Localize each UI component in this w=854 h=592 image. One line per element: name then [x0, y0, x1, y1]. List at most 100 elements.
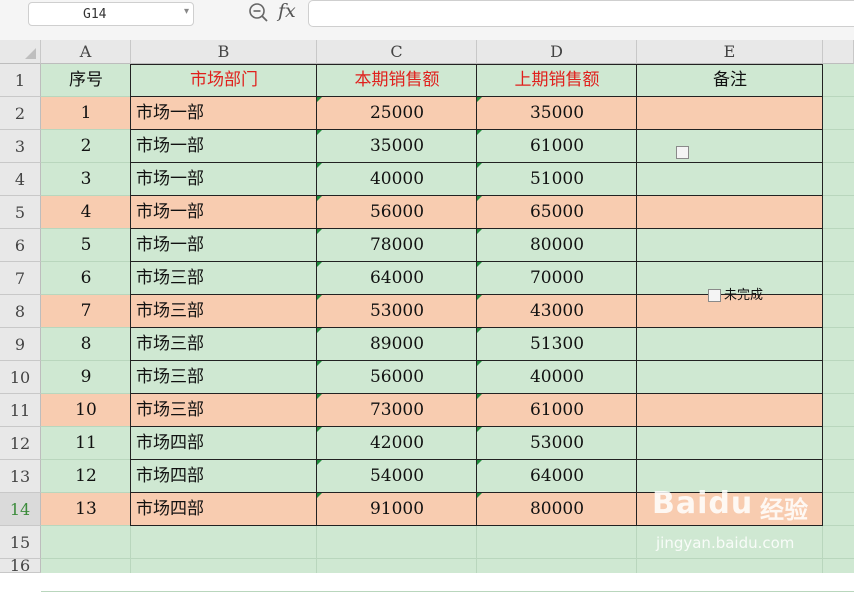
select-all-corner[interactable] [0, 40, 41, 64]
table-cell[interactable]: 25000 [317, 97, 477, 130]
table-cell[interactable]: 53000 [317, 295, 477, 328]
table-cell[interactable] [637, 163, 823, 196]
column-header-c[interactable]: C [317, 40, 477, 64]
table-cell[interactable] [637, 394, 823, 427]
table-cell[interactable]: 8 [41, 328, 131, 361]
table-cell[interactable]: 市场三部 [131, 361, 317, 394]
row-header-14[interactable]: 14 [0, 493, 41, 526]
checkbox-1[interactable] [676, 146, 689, 159]
checkbox-incomplete-label[interactable]: 未完成 [724, 289, 763, 303]
table-cell[interactable]: 10 [41, 394, 131, 427]
row-header-12[interactable]: 12 [0, 427, 41, 460]
table-cell[interactable]: 35000 [317, 130, 477, 163]
table-cell[interactable]: 40000 [317, 163, 477, 196]
table-cell[interactable] [637, 229, 823, 262]
table-cell[interactable]: 市场三部 [131, 295, 317, 328]
header-cell[interactable]: 序号 [41, 64, 131, 97]
table-cell[interactable]: 80000 [477, 229, 637, 262]
header-cell[interactable]: 市场部门 [131, 64, 317, 97]
table-cell[interactable]: 43000 [477, 295, 637, 328]
row-header-1[interactable]: 1 [0, 64, 41, 97]
row-header-9[interactable]: 9 [0, 328, 41, 361]
table-cell[interactable]: 12 [41, 460, 131, 493]
table-cell[interactable]: 4 [41, 196, 131, 229]
table-cell[interactable]: 51000 [477, 163, 637, 196]
watermark-url: jingyan.baidu.com [656, 534, 795, 552]
table-cell[interactable]: 70000 [477, 262, 637, 295]
table-cell[interactable]: 市场三部 [131, 262, 317, 295]
table-cell[interactable]: 35000 [477, 97, 637, 130]
table-cell[interactable]: 11 [41, 427, 131, 460]
table-cell[interactable]: 54000 [317, 460, 477, 493]
row-header-8[interactable]: 8 [0, 295, 41, 328]
table-cell[interactable]: 64000 [477, 460, 637, 493]
table-cell[interactable]: 市场一部 [131, 229, 317, 262]
table-cell[interactable]: 78000 [317, 229, 477, 262]
table-cell[interactable]: 51300 [477, 328, 637, 361]
row-header-16[interactable]: 16 [0, 558, 41, 574]
row-header-4[interactable]: 4 [0, 163, 41, 196]
header-cell[interactable]: 上期销售额 [477, 64, 637, 97]
table-cell[interactable]: 2 [41, 130, 131, 163]
column-header-f[interactable] [823, 40, 854, 64]
table-cell[interactable]: 42000 [317, 427, 477, 460]
table-cell[interactable]: 市场一部 [131, 97, 317, 130]
table-cell[interactable]: 89000 [317, 328, 477, 361]
table-cell[interactable] [637, 427, 823, 460]
table-cell[interactable] [637, 361, 823, 394]
table-cell[interactable]: 64000 [317, 262, 477, 295]
chevron-down-icon[interactable]: ▾ [184, 6, 189, 17]
row-header-15[interactable]: 15 [0, 526, 41, 559]
zoom-out-icon[interactable] [248, 2, 270, 24]
header-cell[interactable]: 备注 [637, 64, 823, 97]
table-cell[interactable]: 91000 [317, 493, 477, 526]
table-cell[interactable]: 市场三部 [131, 328, 317, 361]
row-header-13[interactable]: 13 [0, 460, 41, 493]
column-header-d[interactable]: D [477, 40, 637, 64]
table-cell[interactable]: 市场四部 [131, 460, 317, 493]
table-cell[interactable]: 80000 [477, 493, 637, 526]
header-cell[interactable]: 本期销售额 [317, 64, 477, 97]
formula-input[interactable] [308, 0, 854, 27]
row-header-5[interactable]: 5 [0, 196, 41, 229]
table-cell[interactable]: 3 [41, 163, 131, 196]
table-cell[interactable]: 市场四部 [131, 493, 317, 526]
table-cell[interactable]: 市场一部 [131, 163, 317, 196]
table-cell[interactable]: 56000 [317, 361, 477, 394]
row-header-3[interactable]: 3 [0, 130, 41, 163]
row-header-11[interactable]: 11 [0, 394, 41, 427]
table-cell[interactable] [637, 196, 823, 229]
number-as-text-indicator [317, 262, 322, 267]
table-cell[interactable] [637, 328, 823, 361]
table-cell[interactable]: 73000 [317, 394, 477, 427]
row-header-7[interactable]: 7 [0, 262, 41, 295]
table-cell[interactable]: 市场四部 [131, 427, 317, 460]
table-cell[interactable]: 40000 [477, 361, 637, 394]
table-cell[interactable]: 56000 [317, 196, 477, 229]
table-cell[interactable]: 1 [41, 97, 131, 130]
row-header-10[interactable]: 10 [0, 361, 41, 394]
table-cell[interactable] [637, 130, 823, 163]
column-header-a[interactable]: A [41, 40, 131, 64]
table-cell[interactable]: 61000 [477, 394, 637, 427]
table-cell[interactable]: 65000 [477, 196, 637, 229]
row-header-2[interactable]: 2 [0, 97, 41, 130]
column-header-b[interactable]: B [131, 40, 317, 64]
table-cell[interactable]: 市场三部 [131, 394, 317, 427]
table-cell[interactable]: 市场一部 [131, 130, 317, 163]
fx-icon[interactable]: fx [278, 0, 296, 22]
table-cell[interactable]: 5 [41, 229, 131, 262]
column-header-e[interactable]: E [637, 40, 823, 64]
table-cell[interactable]: 7 [41, 295, 131, 328]
table-cell[interactable]: 9 [41, 361, 131, 394]
table-cell[interactable]: 53000 [477, 427, 637, 460]
table-cell[interactable]: 市场一部 [131, 196, 317, 229]
table-cell[interactable] [637, 97, 823, 130]
row-header-6[interactable]: 6 [0, 229, 41, 262]
checkbox-incomplete[interactable] [708, 289, 721, 302]
table-cell[interactable]: 13 [41, 493, 131, 526]
table-cell[interactable]: 6 [41, 262, 131, 295]
number-as-text-indicator [477, 361, 482, 366]
table-cell[interactable]: 61000 [477, 130, 637, 163]
name-box[interactable]: G14 ▾ [28, 2, 194, 26]
